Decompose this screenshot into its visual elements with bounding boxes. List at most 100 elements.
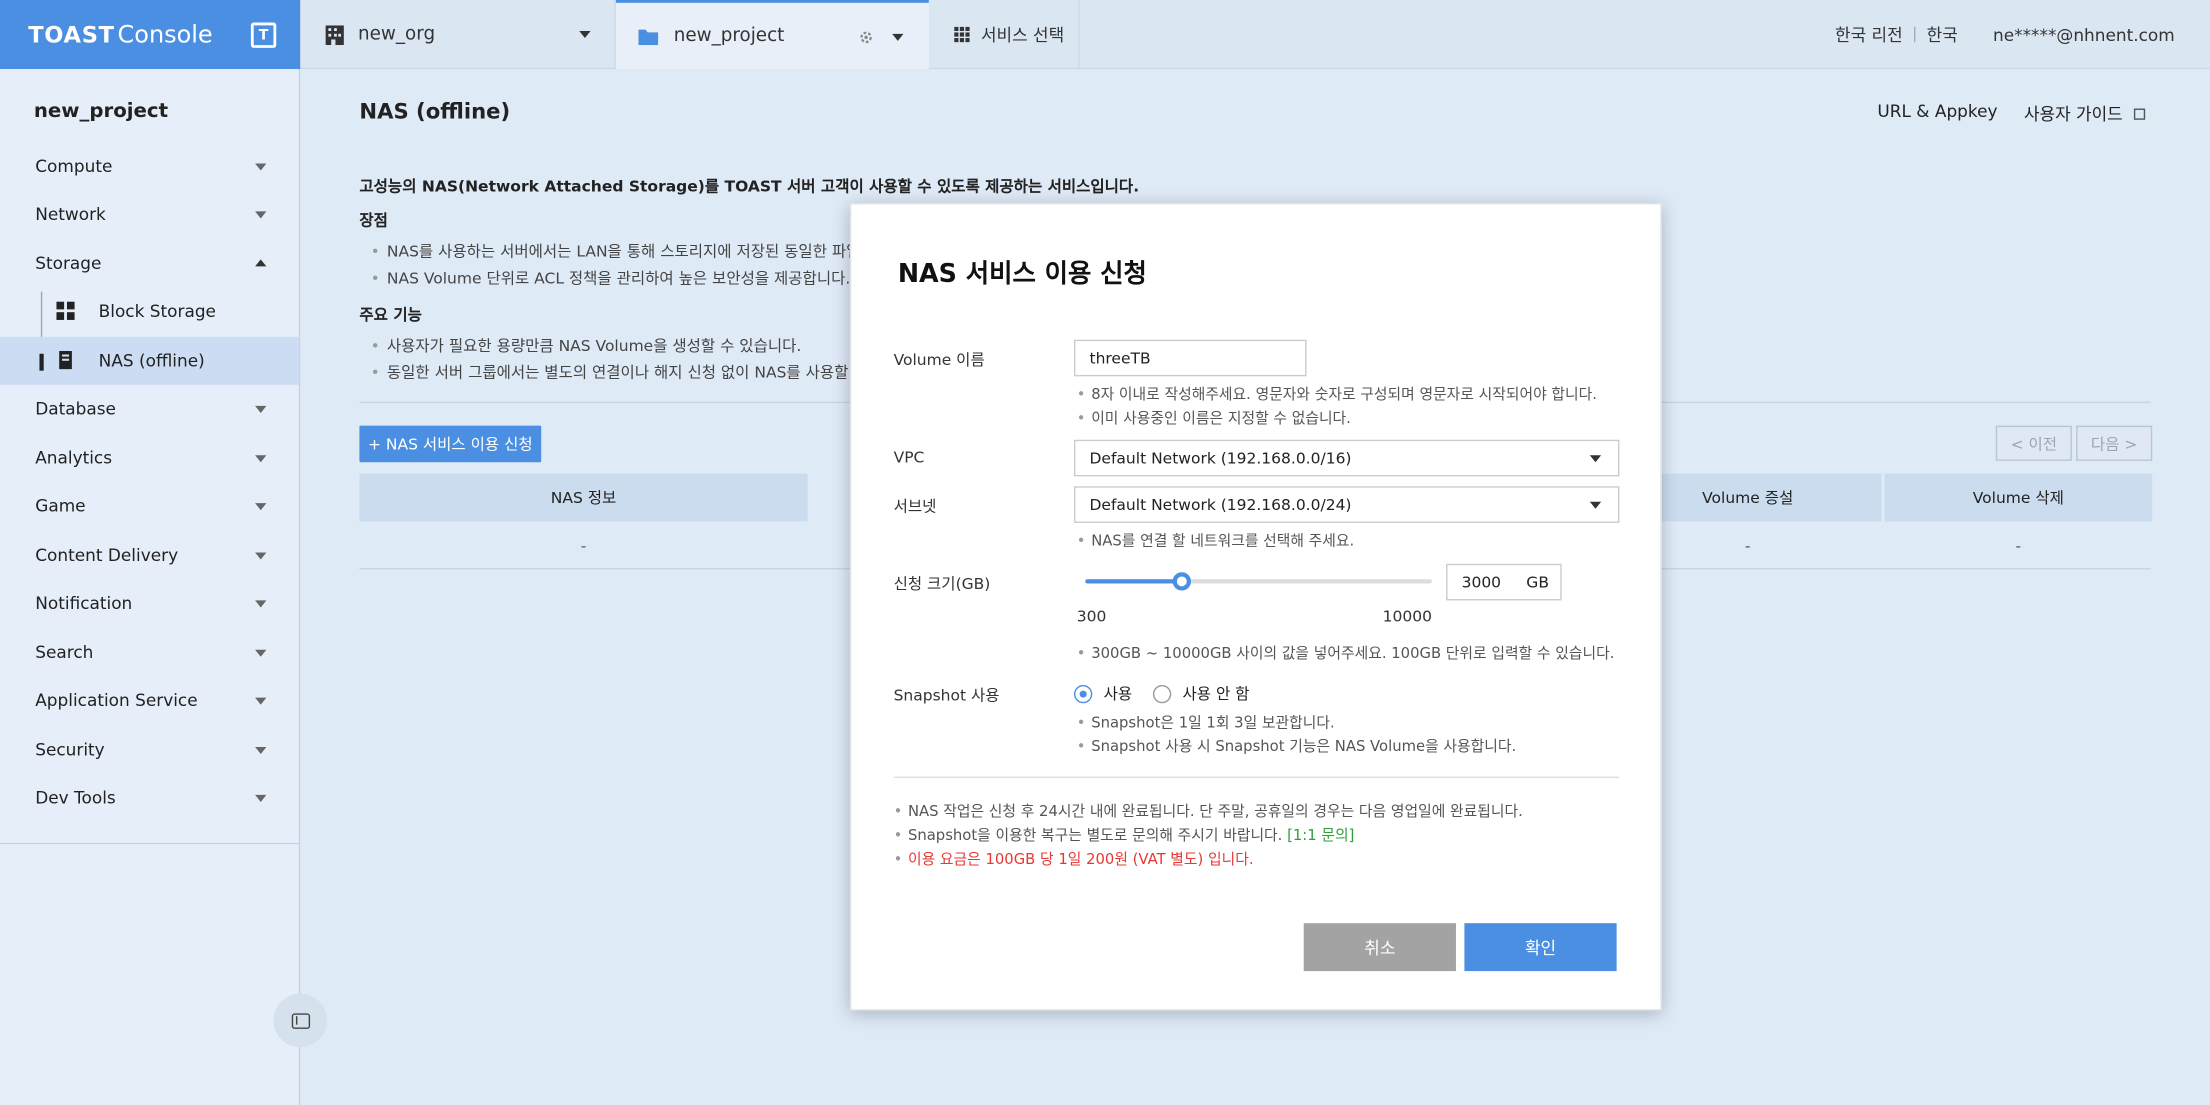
gear-icon[interactable] [858, 30, 874, 46]
sidebar-item-security[interactable]: Security [0, 726, 299, 774]
pricing-notice: 이용 요금은 100GB 당 1일 200원 (VAT 별도) 입니다. [894, 848, 1254, 869]
snapshot-on-radio[interactable]: 사용 [1073, 682, 1133, 705]
sidebar-divider [0, 842, 299, 845]
subnet-label: 서브넷 [893, 497, 937, 516]
size-input[interactable]: 3000 GB [1446, 563, 1562, 601]
building-icon [325, 24, 344, 45]
chevron-down-icon [255, 794, 267, 802]
language-selector[interactable]: 한국 [1927, 23, 1958, 47]
project-chevron-down-icon[interactable] [892, 33, 904, 41]
sidebar-item-block-storage[interactable]: Block Storage [0, 288, 299, 336]
size-value: 3000 [1461, 572, 1502, 592]
radio-label: 사용 안 함 [1182, 684, 1250, 704]
table-cell: - [580, 536, 587, 555]
sidebar-item-label: Content Delivery [35, 545, 179, 566]
size-slider-handle[interactable] [1173, 572, 1192, 591]
volume-note: 8자 이내로 작성해주세요. 영문자와 숫자로 구성되며 영문자로 시작되어야 … [1077, 383, 1597, 404]
sidebar-item-content-delivery[interactable]: Content Delivery [0, 531, 299, 579]
subnet-selected-value: Default Network (192.168.0.0/24) [1089, 495, 1352, 514]
service-select-label: 서비스 선택 [980, 25, 1065, 46]
sidebar-item-notification[interactable]: Notification [0, 579, 299, 627]
region-selector[interactable]: 한국 리전 [1835, 23, 1903, 47]
top-navigation-bar: TOAST Console T new_org new_project 서비스 … [0, 0, 2210, 70]
sidebar-item-label: Search [35, 642, 94, 663]
brand-badge-icon[interactable]: T [250, 22, 277, 48]
sidebar-item-dev-tools[interactable]: Dev Tools [0, 774, 299, 822]
inquiry-link[interactable]: [1:1 문의] [1287, 827, 1354, 844]
sidebar-item-search[interactable]: Search [0, 629, 299, 677]
service-select-tab[interactable]: 서비스 선택 [929, 0, 1080, 70]
snapshot-note: Snapshot은 1일 1회 3일 보관합니다. [1077, 712, 1335, 733]
snapshot-off-radio[interactable]: 사용 안 함 [1152, 682, 1250, 705]
org-chevron-down-icon [579, 31, 591, 39]
sidebar-item-application-service[interactable]: Application Service [0, 677, 299, 725]
sidebar-item-label: Block Storage [98, 301, 216, 322]
url-appkey-link[interactable]: URL & Appkey [1877, 101, 1997, 121]
nas-apply-modal: NAS 서비스 이용 신청 Volume 이름 threeTB 8자 이내로 작… [849, 202, 1662, 1011]
size-note: 300GB ~ 10000GB 사이의 값을 넣어주세요. 100GB 단위로 … [1077, 643, 1614, 664]
modal-title: NAS 서비스 이용 신청 [897, 259, 1147, 289]
sidebar-toggle-icon [291, 1012, 310, 1029]
sidebar-item-label: Database [35, 398, 116, 419]
chevron-down-icon [255, 503, 267, 511]
chevron-down-icon [255, 455, 267, 463]
nas-apply-button[interactable]: + NAS 서비스 이용 신청 [359, 425, 542, 463]
user-account-menu[interactable]: ne*****@nhnent.com [1993, 25, 2175, 45]
radio-label: 사용 [1103, 684, 1133, 704]
feature-item: 사용자가 필요한 용량만큼 NAS Volume을 생성할 수 있습니다. [371, 334, 801, 357]
features-heading: 주요 기능 [359, 305, 422, 325]
project-name: new_project [673, 25, 785, 47]
radio-selected-icon [1073, 684, 1093, 703]
user-guide-link[interactable]: 사용자 가이드 [2024, 101, 2146, 125]
size-slider-fill [1085, 579, 1182, 584]
sidebar-item-label: NAS (offline) [98, 350, 205, 371]
sidebar-item-label: Network [35, 204, 106, 225]
volume-note: 이미 사용중인 이름은 지정할 수 없습니다. [1077, 407, 1351, 428]
size-slider[interactable] [1085, 572, 1432, 591]
subnet-select[interactable]: Default Network (192.168.0.0/24) [1073, 486, 1620, 523]
sidebar-item-label: Dev Tools [35, 787, 116, 808]
radio-unselected-icon [1152, 684, 1172, 703]
sidebar-item-analytics[interactable]: Analytics [0, 434, 299, 482]
sidebar-collapse-button[interactable] [273, 993, 327, 1048]
chevron-down-icon [255, 405, 267, 413]
cancel-button[interactable]: 취소 [1303, 923, 1456, 972]
vpc-label: VPC [893, 448, 925, 467]
advantage-item: NAS를 사용하는 서버에서는 LAN을 통해 스토리지에 저장된 동일한 파일… [371, 240, 875, 263]
volume-name-label: Volume 이름 [893, 350, 985, 370]
prev-page-button[interactable]: < 이전 [1995, 425, 2072, 461]
advantage-item: NAS Volume 단위로 ACL 정책을 관리하여 높은 보안성을 제공합니… [371, 266, 850, 289]
sidebar-item-database[interactable]: Database [0, 385, 299, 433]
size-min-label: 300 [1076, 607, 1107, 626]
sidebar-item-nas-offline[interactable]: NAS (offline) [0, 336, 299, 385]
feature-item: 동일한 서버 그룹에서는 별도의 연결이나 해지 신청 없이 NAS를 사용할 … [371, 361, 887, 384]
snapshot-label: Snapshot 사용 [893, 686, 1000, 705]
confirm-button[interactable]: 확인 [1464, 923, 1617, 972]
org-selector[interactable]: new_org [300, 0, 616, 70]
sidebar-item-compute[interactable]: Compute [0, 142, 299, 190]
sidebar-item-network[interactable]: Network [0, 190, 299, 238]
chevron-down-icon [255, 211, 267, 219]
sidebar-item-label: Analytics [35, 448, 113, 468]
chevron-down-icon [255, 600, 267, 608]
project-selector[interactable]: new_project [615, 0, 929, 70]
size-label: 신청 크기(GB) [893, 575, 991, 594]
sidebar-item-storage[interactable]: Storage [0, 240, 299, 288]
sidebar-item-game[interactable]: Game [0, 482, 299, 530]
notice-text: Snapshot을 이용한 복구는 별도로 문의해 주시기 바랍니다. [907, 827, 1288, 845]
brand-logo-text: TOAST [28, 21, 115, 48]
external-link-icon [2133, 108, 2146, 120]
sidebar: new_project Compute Network Storage Bloc… [0, 69, 327, 1105]
next-page-button[interactable]: 다음 > [2076, 425, 2153, 461]
vpc-selected-value: Default Network (192.168.0.0/16) [1089, 448, 1352, 468]
brand-product-text: Console [117, 20, 213, 49]
chevron-down-icon [255, 747, 267, 755]
snapshot-note: Snapshot 사용 시 Snapshot 기능은 NAS Volume을 사… [1077, 736, 1516, 757]
subnet-note: NAS를 연결 할 네트워크를 선택해 주세요. [1077, 530, 1354, 551]
active-item-marker [39, 353, 44, 371]
vpc-select[interactable]: Default Network (192.168.0.0/16) [1073, 439, 1620, 477]
grid-icon [56, 301, 75, 320]
toast-console-logo[interactable]: TOAST Console T [0, 0, 301, 70]
volume-name-input[interactable]: threeTB [1073, 339, 1307, 377]
sidebar-item-label: Storage [35, 253, 102, 274]
